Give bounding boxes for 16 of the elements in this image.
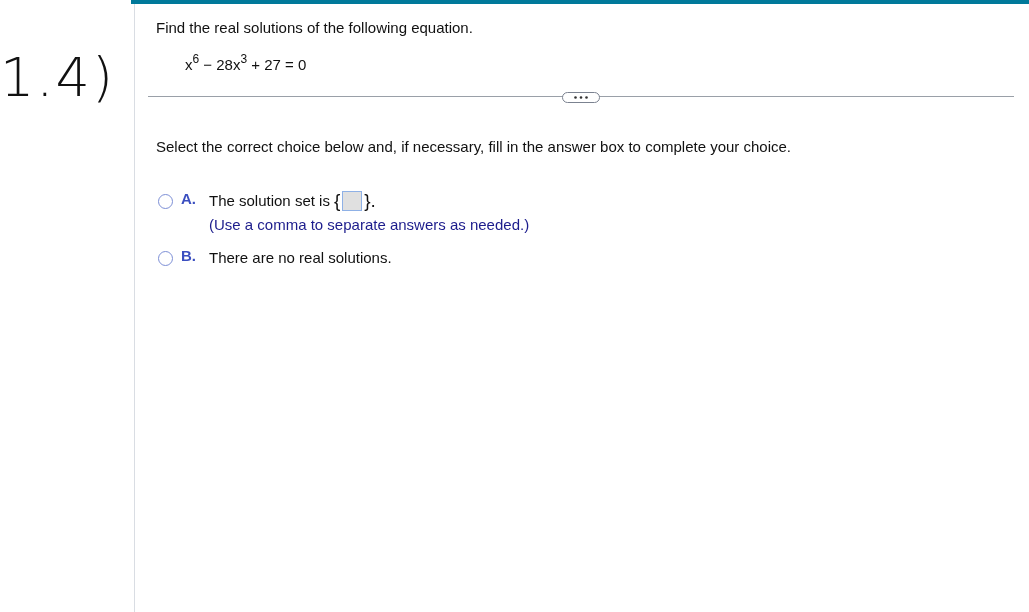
instruction-text: Select the correct choice below and, if necessary, fill in the answer box to complete your choice. [156, 137, 793, 157]
choice-letter: A. [181, 189, 197, 209]
choice-text: The solution set is [209, 191, 330, 211]
choice-letter: B. [181, 246, 197, 266]
radio-button[interactable] [158, 251, 173, 266]
dots-icon [574, 95, 588, 99]
expand-button[interactable] [562, 91, 600, 103]
hint-text: (Use a comma to separate answers as needed.) [209, 215, 530, 235]
brace: { [333, 191, 341, 211]
radio-button[interactable] [158, 194, 173, 209]
brace: }. [364, 191, 376, 211]
question-prompt: Find the real solutions of the following equation. [156, 18, 474, 38]
answer-box[interactable] [342, 191, 363, 211]
handwritten-note: 1.4) [0, 48, 115, 108]
choice-text: There are no real solutions. [209, 248, 392, 268]
equation: x$^{6}$ − 28x$^{3}$ + 27 = 0 [185, 54, 308, 75]
